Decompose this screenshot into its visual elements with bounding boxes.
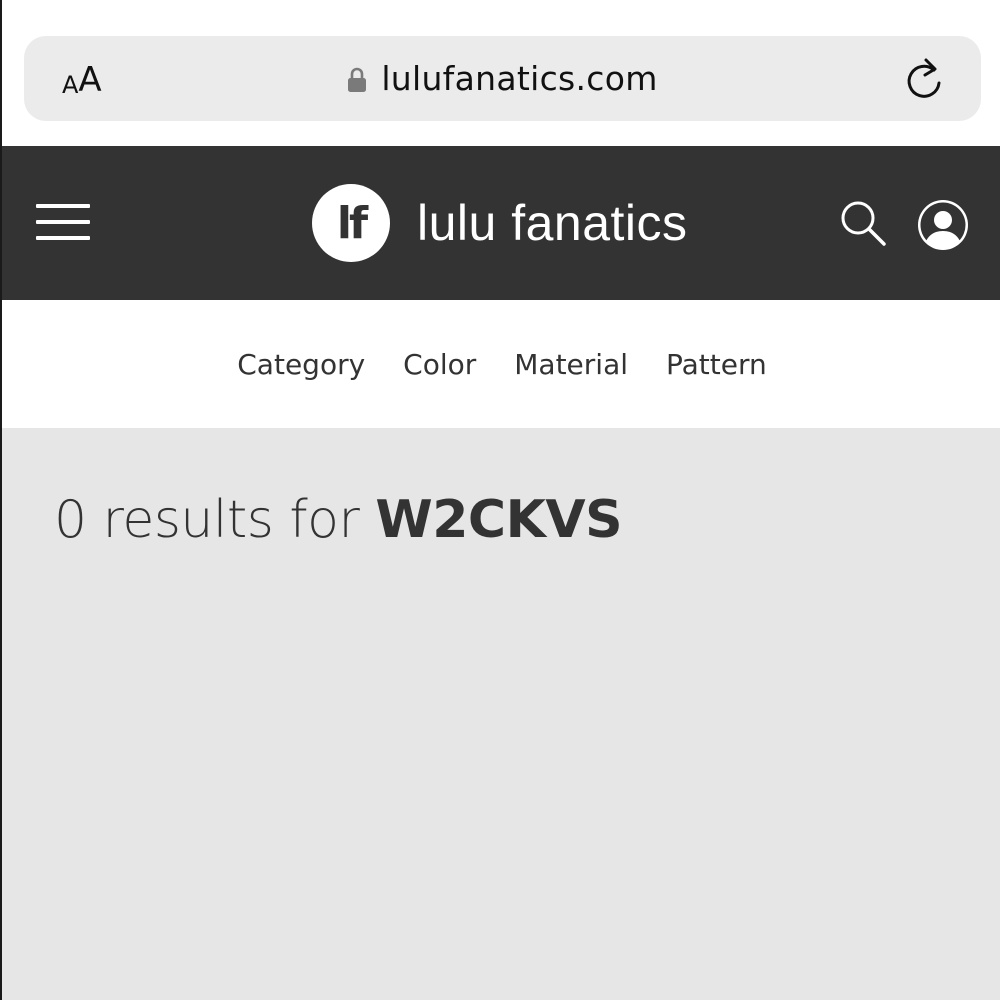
menu-bar-bottom <box>36 236 90 240</box>
results-count-text: 0 results for <box>54 490 360 550</box>
results-heading: 0 results for W2CKVS <box>54 490 623 550</box>
filter-pattern[interactable]: Pattern <box>666 348 767 381</box>
search-icon[interactable] <box>838 198 888 248</box>
url-text[interactable]: lulufanatics.com <box>381 59 657 98</box>
page: A A lulufanatics.com lf lulu fanatics Ca… <box>0 0 1000 1000</box>
filter-nav: Category Color Material Pattern <box>2 300 1000 428</box>
menu-bar-middle <box>36 220 90 224</box>
lock-icon <box>348 67 367 92</box>
url-display: lulufanatics.com <box>24 36 981 121</box>
text-size-large-glyph: A <box>78 60 102 100</box>
text-size-button[interactable]: A A <box>62 36 102 121</box>
account-icon[interactable] <box>916 198 970 252</box>
hamburger-menu-icon[interactable] <box>36 204 90 242</box>
site-name: lulu fanatics <box>417 195 688 251</box>
text-size-small-glyph: A <box>62 71 79 99</box>
filter-category[interactable]: Category <box>237 348 365 381</box>
search-results: 0 results for W2CKVS <box>2 428 1000 1000</box>
filter-material[interactable]: Material <box>514 348 628 381</box>
search-query: W2CKVS <box>375 490 623 550</box>
logo-mark: lf <box>312 184 390 262</box>
menu-bar-top <box>36 204 90 208</box>
reload-icon[interactable] <box>903 56 947 102</box>
browser-address-bar[interactable]: A A lulufanatics.com <box>24 36 981 121</box>
filter-color[interactable]: Color <box>403 348 476 381</box>
site-logo[interactable]: lf lulu fanatics <box>312 184 688 262</box>
